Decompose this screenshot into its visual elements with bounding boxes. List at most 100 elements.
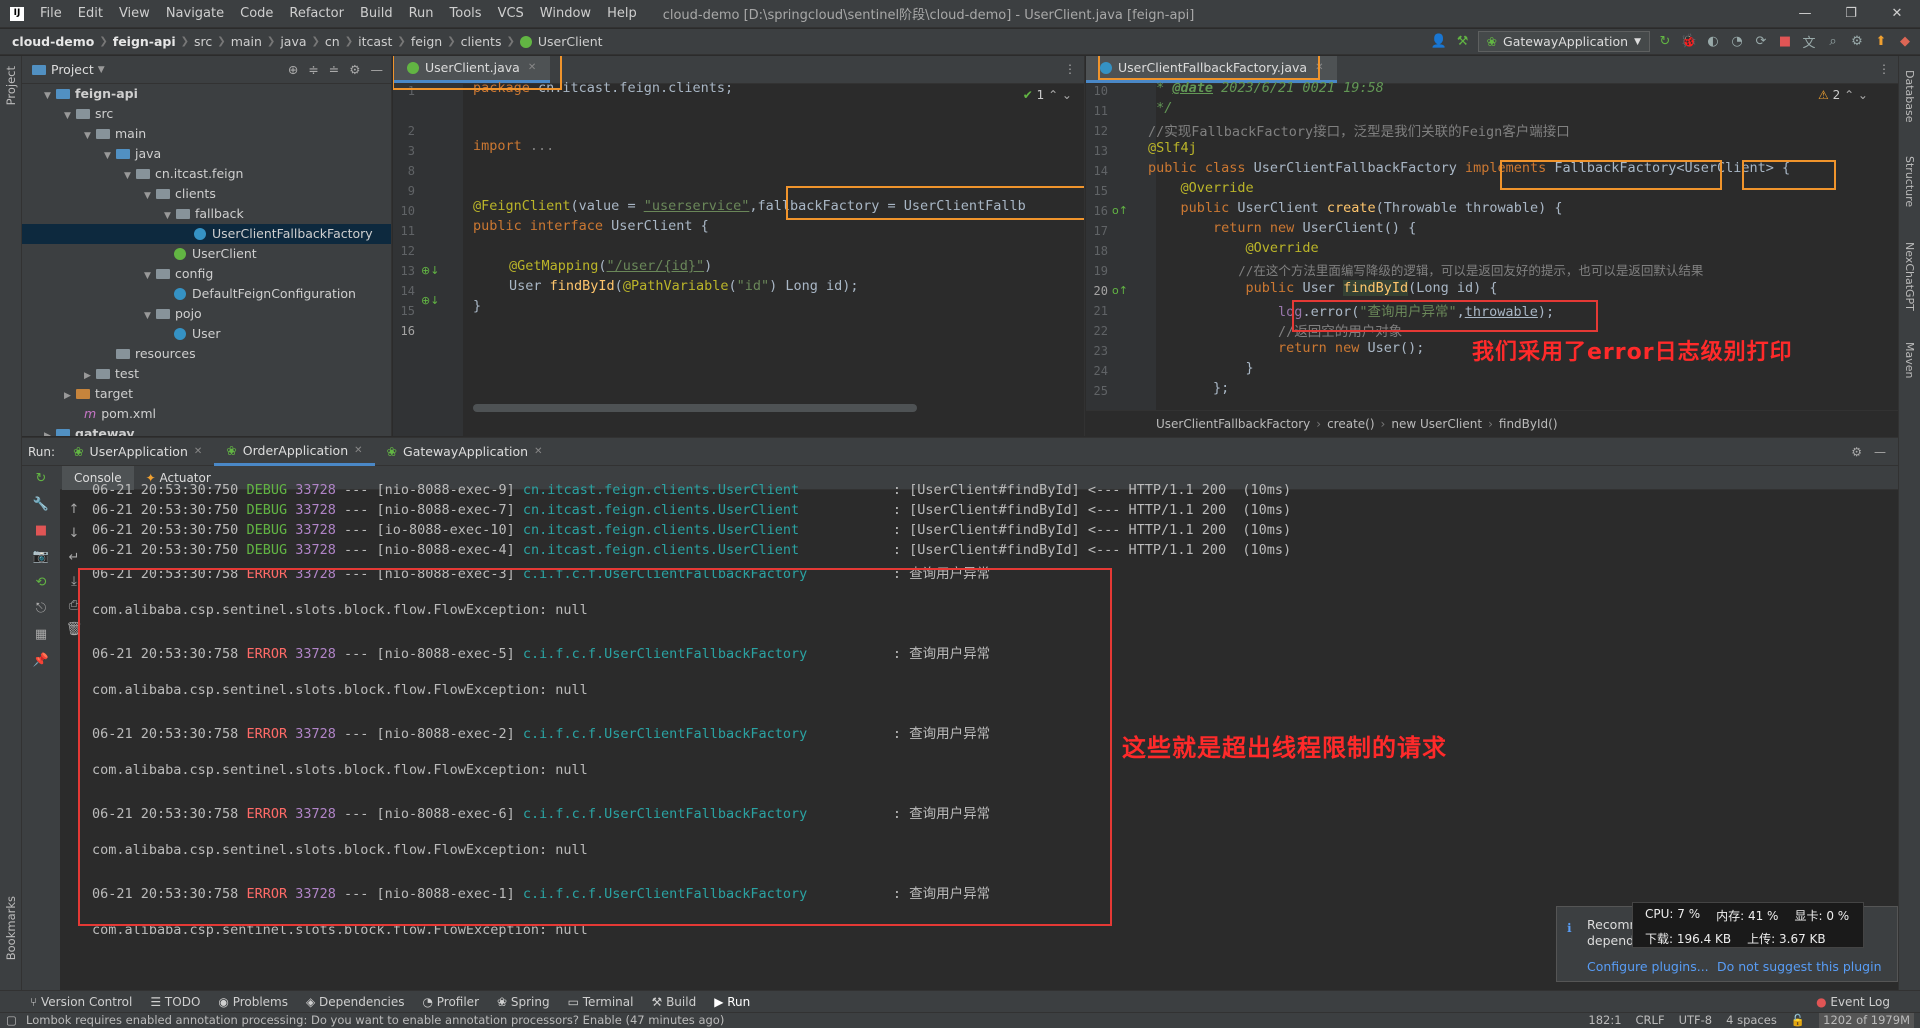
tree-node-fallback[interactable]: ▼ fallback — [22, 204, 391, 224]
tree-node-src[interactable]: ▼ src — [22, 104, 391, 124]
crumb-java[interactable]: java — [280, 34, 306, 49]
menu-code[interactable]: Code — [232, 6, 281, 21]
menu-refactor[interactable]: Refactor — [281, 6, 352, 21]
more-tabs-icon[interactable]: ⋮ — [1878, 62, 1890, 76]
inspection-widget[interactable]: ✔ 1 ⌃ ⌄ — [1023, 88, 1072, 102]
crumb-module[interactable]: feign-api — [113, 34, 176, 49]
crumb-feign[interactable]: feign — [411, 34, 442, 49]
configure-plugins-link[interactable]: Configure plugins... — [1587, 959, 1709, 974]
tree-node-userclient[interactable]: UserClient — [22, 244, 391, 264]
close-button[interactable]: ✕ — [1874, 0, 1920, 28]
line-separator[interactable]: CRLF — [1636, 1013, 1665, 1028]
hide-icon[interactable]: — — [1874, 445, 1886, 459]
stop-icon[interactable]: ■ — [1776, 34, 1794, 49]
crumb-cn[interactable]: cn — [325, 34, 340, 49]
translate-icon[interactable]: 文 — [1800, 32, 1818, 51]
menu-build[interactable]: Build — [352, 6, 401, 21]
maven-tool-button[interactable]: Maven — [1903, 342, 1916, 378]
arrow-up-icon[interactable]: ↑ — [62, 498, 86, 522]
tree-node-test[interactable]: ▶ test — [22, 364, 391, 384]
menu-navigate[interactable]: Navigate — [158, 6, 232, 21]
layout-icon[interactable]: ▦ — [22, 622, 60, 648]
stop-icon[interactable]: ■ — [22, 518, 60, 544]
tool-terminal[interactable]: ▭ Terminal — [568, 995, 634, 1009]
tree-node-resources[interactable]: resources — [22, 344, 391, 364]
tree-node-pojo[interactable]: ▼ pojo — [22, 304, 391, 324]
event-log-button[interactable]: ● Event Log — [1816, 995, 1890, 1009]
close-tab-icon[interactable]: ✕ — [194, 446, 202, 457]
memory-indicator[interactable]: 1202 of 1979M — [1819, 1013, 1914, 1028]
tool-build[interactable]: ⚒ Build — [651, 995, 696, 1009]
menu-help[interactable]: Help — [599, 6, 645, 21]
menu-edit[interactable]: Edit — [70, 6, 111, 21]
arrow-down-icon[interactable]: ↓ — [62, 522, 86, 546]
override-gutter-icon[interactable]: o↑ — [1112, 204, 1128, 217]
crumb-userclient[interactable]: UserClient — [538, 34, 603, 49]
menu-tools[interactable]: Tools — [442, 6, 490, 21]
exit-icon[interactable]: ⎋ — [22, 596, 60, 622]
implementation-gutter-icon[interactable]: ⊕↓ — [421, 264, 439, 277]
run-configuration-select[interactable]: ❀ GatewayApplication ▼ — [1477, 31, 1650, 52]
tree-node-package[interactable]: ▼ cn.itcast.feign — [22, 164, 391, 184]
camera-icon[interactable]: 📷 — [22, 544, 60, 570]
menu-run[interactable]: Run — [401, 6, 442, 21]
debug-icon[interactable]: 🐞 — [1680, 34, 1698, 49]
crumb-create[interactable]: create() — [1327, 417, 1374, 431]
crumb-project[interactable]: cloud-demo — [12, 34, 94, 49]
chevron-down-icon[interactable]: ▼ — [98, 65, 105, 75]
rerun-icon[interactable]: ↻ — [1656, 34, 1674, 49]
warnings-widget[interactable]: ⚠ 2 ⌃ ⌄ — [1818, 88, 1868, 102]
run-tab-gatewayapplication[interactable]: ❀ GatewayApplication ✕ — [375, 438, 555, 466]
expand-all-icon[interactable]: ≑ — [308, 62, 318, 77]
tree-node-config[interactable]: ▼ config — [22, 264, 391, 284]
settings-icon[interactable]: ⚙ — [1848, 34, 1866, 49]
build-hammer-icon[interactable]: ⚒ — [1454, 34, 1472, 49]
run-tab-userapplication[interactable]: ❀ UserApplication ✕ — [61, 438, 214, 466]
tree-node-target[interactable]: ▶ target — [22, 384, 391, 404]
maximize-button[interactable]: ❐ — [1828, 0, 1874, 28]
database-tool-button[interactable]: Database — [1903, 70, 1916, 123]
tree-node-main[interactable]: ▼ main — [22, 124, 391, 144]
crumb-main[interactable]: main — [231, 34, 262, 49]
tree-node-clients[interactable]: ▼ clients — [22, 184, 391, 204]
implementation-gutter-icon[interactable]: ⊕↓ — [421, 294, 439, 307]
tool-todo[interactable]: ☰ TODO — [150, 995, 200, 1009]
soft-wrap-icon[interactable]: ↵ — [62, 546, 86, 570]
crumb-clients[interactable]: clients — [461, 34, 502, 49]
horizontal-scrollbar[interactable] — [473, 404, 917, 412]
restart-icon[interactable]: ⟲ — [22, 570, 60, 596]
search-icon[interactable]: ⌕ — [1824, 34, 1842, 49]
gear-icon[interactable]: ⚙ — [1851, 445, 1862, 459]
lock-icon[interactable]: 🔓 — [1791, 1013, 1805, 1028]
more-tabs-icon[interactable]: ⋮ — [1064, 62, 1076, 76]
tree-node-feign-api[interactable]: ▼ feign-api — [22, 84, 391, 104]
status-message[interactable]: Lombok requires enabled annotation proce… — [26, 1013, 724, 1027]
close-tab-icon[interactable]: ✕ — [534, 446, 542, 457]
project-tool-button[interactable]: Project — [4, 66, 18, 105]
tool-dependencies[interactable]: ◈ Dependencies — [306, 995, 404, 1009]
tree-node-userclientfallbackfactory[interactable]: UserClientFallbackFactory — [22, 224, 391, 244]
update-icon[interactable]: ⬆ — [1872, 34, 1890, 49]
more-run-icon[interactable]: ⟳ — [1752, 34, 1770, 49]
tree-node-user[interactable]: User — [22, 324, 391, 344]
crumb-findbyid[interactable]: findById() — [1499, 417, 1558, 431]
coverage-icon[interactable]: ◐ — [1704, 34, 1722, 49]
tree-node-pom[interactable]: m pom.xml — [22, 404, 391, 424]
caret-position[interactable]: 182:1 — [1588, 1013, 1621, 1028]
crumb-src[interactable]: src — [194, 34, 212, 49]
run-tab-orderapplication[interactable]: ❀ OrderApplication ✕ — [214, 438, 375, 466]
tree-node-defaultfeignconfiguration[interactable]: DefaultFeignConfiguration — [22, 284, 391, 304]
project-panel-title[interactable]: Project — [51, 62, 94, 77]
profile-icon[interactable]: ◔ — [1728, 34, 1746, 49]
tool-spring[interactable]: ❀ Spring — [497, 995, 550, 1009]
tree-node-gateway[interactable]: ▶ gateway — [22, 424, 391, 436]
nexchatgpt-tool-button[interactable]: NexChatGPT — [1903, 242, 1916, 311]
collapse-all-icon[interactable]: ≐ — [329, 62, 339, 77]
menu-window[interactable]: Window — [532, 6, 599, 21]
dismiss-plugin-link[interactable]: Do not suggest this plugin — [1717, 959, 1882, 974]
wrench-icon[interactable]: 🔧 — [22, 492, 60, 518]
tool-run[interactable]: ▶ Run — [714, 995, 750, 1009]
crumb-anon[interactable]: new UserClient — [1391, 417, 1482, 431]
file-encoding[interactable]: UTF-8 — [1679, 1013, 1713, 1028]
menu-file[interactable]: File — [32, 6, 70, 21]
